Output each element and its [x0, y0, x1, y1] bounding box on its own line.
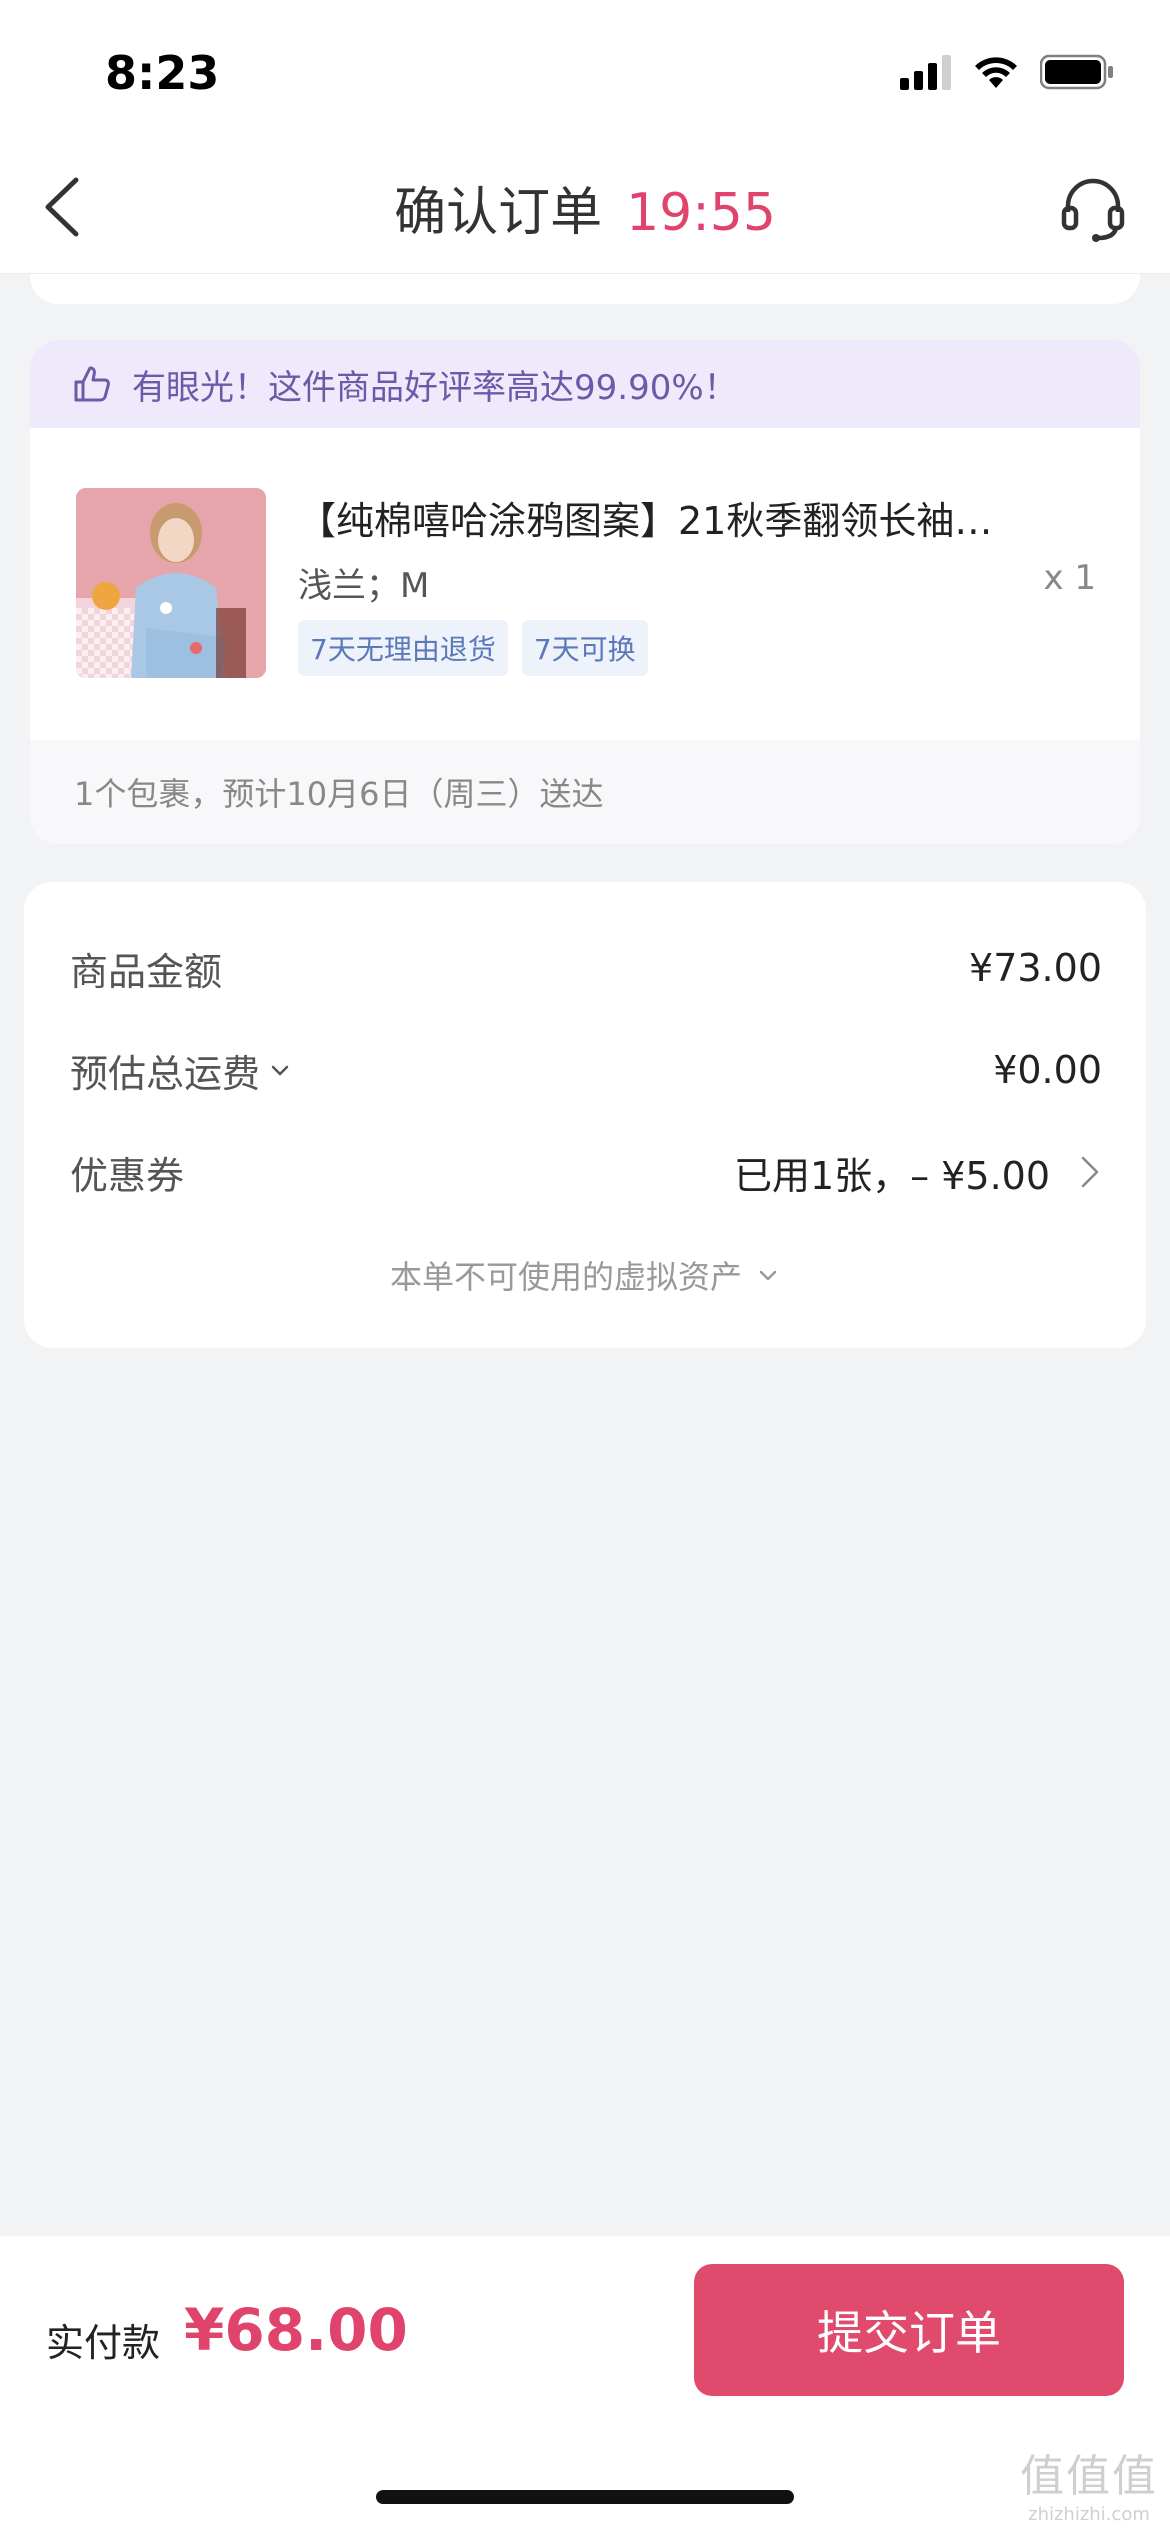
chevron-down-icon	[759, 1270, 777, 1281]
shipping-fee-row[interactable]: 预估总运费 ¥0.00	[70, 1042, 1102, 1098]
price-summary-card: 商品金额 ¥73.00 预估总运费 ¥0.00 优惠券 已用1张，– ¥5.00…	[24, 882, 1146, 1348]
watermark-url: zhizhizhi.com	[1028, 2504, 1150, 2525]
product-title[interactable]: 【纯棉嘻哈涂鸦图案】21秋季翻领长袖…	[298, 490, 1058, 545]
nav-title-group: 确认订单 19:55	[0, 170, 1170, 245]
watermark: 值值值 zhizhizhi.com	[1020, 2440, 1158, 2525]
product-thumbnail[interactable]	[76, 488, 266, 678]
goods-amount-row: 商品金额 ¥73.00	[70, 940, 1102, 996]
countdown-timer: 19:55	[626, 183, 776, 243]
praise-text: 有眼光！这件商品好评率高达99.90%！	[132, 367, 738, 408]
home-indicator[interactable]	[376, 2490, 794, 2504]
status-time: 8:23	[105, 46, 220, 100]
praise-banner: 有眼光！这件商品好评率高达99.90%！	[30, 340, 1140, 428]
coupon-row[interactable]: 优惠券 已用1张，– ¥5.00	[70, 1144, 1102, 1200]
coupon-value-group[interactable]: 已用1张，– ¥5.00	[734, 1145, 1102, 1200]
nav-bar: 确认订单 19:55	[0, 140, 1170, 274]
tag-return-policy: 7天无理由退货	[298, 620, 508, 676]
pay-label: 实付款	[46, 2321, 161, 2365]
checkout-bar: 实付款 ¥68.00 提交订单	[0, 2236, 1170, 2532]
product-item[interactable]: 【纯棉嘻哈涂鸦图案】21秋季翻领长袖… 浅兰；M x 1 7天无理由退货 7天可…	[30, 428, 1140, 740]
submit-order-button[interactable]: 提交订单	[694, 2264, 1124, 2396]
product-tags: 7天无理由退货 7天可换	[298, 620, 648, 676]
chevron-right-icon	[1081, 1156, 1099, 1188]
battery-icon	[1040, 54, 1113, 90]
product-photo-icon	[76, 488, 266, 678]
thumbs-up-icon	[74, 366, 110, 402]
page-title: 确认订单	[394, 183, 603, 243]
shipping-fee-label-group[interactable]: 预估总运费	[70, 1043, 292, 1098]
shipping-fee-value: ¥0.00	[993, 1048, 1102, 1092]
status-icons	[900, 52, 1114, 92]
status-bar: 8:23	[0, 0, 1170, 140]
delivery-estimate: 1个包裹，预计10月6日（周三）送达	[30, 740, 1140, 844]
cellular-signal-icon	[900, 55, 951, 90]
address-card-bottom-edge	[30, 274, 1140, 304]
goods-amount-label: 商品金额	[70, 949, 223, 994]
watermark-logo: 值值值	[1020, 2451, 1158, 2502]
product-quantity: x 1	[1043, 558, 1096, 598]
product-card: 有眼光！这件商品好评率高达99.90%！ 【纯棉嘻哈涂鸦图案】21秋季翻领长袖……	[30, 340, 1140, 844]
goods-amount-value: ¥73.00	[969, 946, 1102, 990]
tag-exchange-policy: 7天可换	[521, 620, 648, 676]
virtual-assets-label: 本单不可使用的虚拟资产	[389, 1258, 742, 1296]
chevron-down-icon	[271, 1065, 289, 1076]
wifi-icon	[975, 57, 1017, 88]
coupon-label: 优惠券	[70, 1153, 185, 1198]
product-spec: 浅兰；M	[298, 566, 430, 606]
virtual-assets-toggle[interactable]: 本单不可使用的虚拟资产	[24, 1252, 1146, 1298]
coupon-value: 已用1张，– ¥5.00	[733, 1153, 1050, 1198]
customer-service-headset-icon[interactable]	[1058, 174, 1128, 244]
shipping-fee-label: 预估总运费	[70, 1051, 261, 1096]
pay-amount: ¥68.00	[184, 2296, 408, 2364]
